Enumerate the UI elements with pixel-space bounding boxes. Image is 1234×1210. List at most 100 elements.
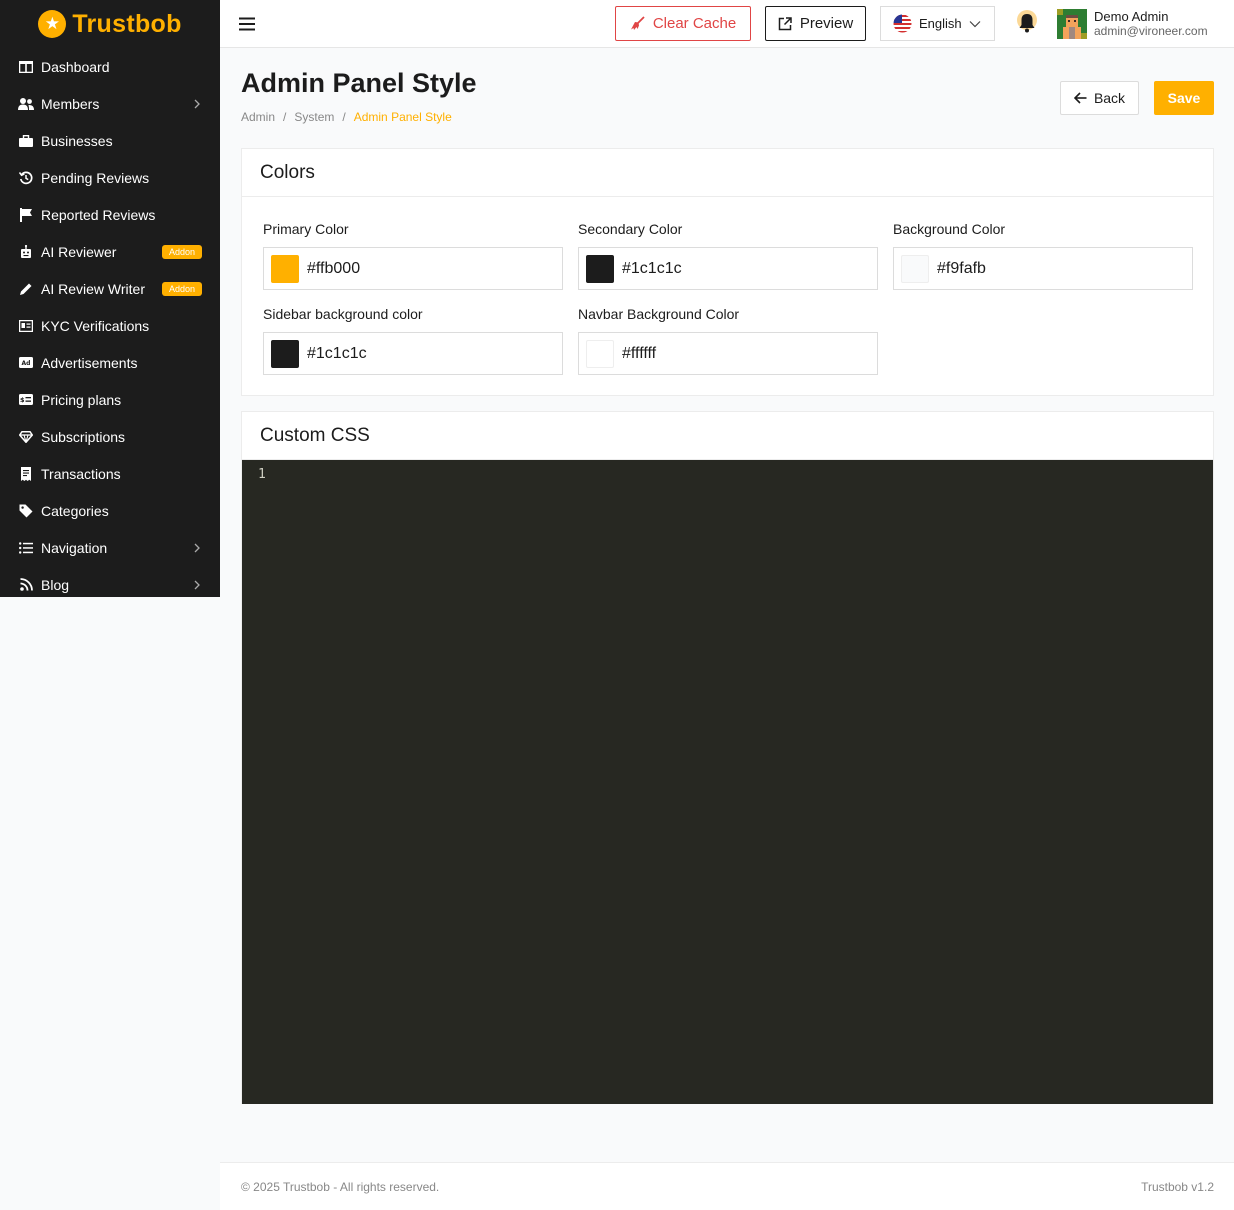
- css-code-editor[interactable]: 1: [242, 460, 1213, 1104]
- tags-icon: [18, 504, 34, 518]
- sidebar-item-dashboard[interactable]: Dashboard: [0, 48, 220, 85]
- color-swatch[interactable]: [586, 254, 614, 283]
- avatar: [1057, 9, 1087, 39]
- breadcrumb: Admin / System / Admin Panel Style: [241, 110, 452, 124]
- footer: © 2025 Trustbob - All rights reserved. T…: [220, 1162, 1234, 1210]
- breadcrumb-separator: /: [283, 110, 287, 124]
- preview-label: Preview: [799, 15, 854, 32]
- background-color-input[interactable]: #f9fafb: [893, 247, 1193, 290]
- users-icon: [18, 97, 34, 110]
- sidebar-item-label: Navigation: [41, 539, 108, 556]
- colors-card-title: Colors: [242, 149, 1213, 197]
- rss-icon: [18, 578, 34, 591]
- sidebar-item-navigation[interactable]: Navigation: [0, 529, 220, 566]
- secondary-color-field: Secondary Color #1c1c1c: [578, 221, 878, 290]
- sidebar-item-label: AI Reviewer: [41, 243, 117, 260]
- color-swatch[interactable]: [586, 339, 614, 368]
- sidebar-item-advertisements[interactable]: Ad Advertisements: [0, 344, 220, 381]
- sidebar-item-label: Pending Reviews: [41, 169, 150, 186]
- line-number: 1: [258, 467, 266, 482]
- user-menu[interactable]: Demo Admin admin@vironeer.com: [1057, 9, 1208, 39]
- sidebar-item-label: Reported Reviews: [41, 206, 156, 223]
- color-value: #1c1c1c: [622, 259, 682, 277]
- language-label: English: [919, 16, 962, 31]
- dashboard-icon: [18, 60, 34, 73]
- robot-icon: [18, 244, 34, 259]
- sidebar-item-members[interactable]: Members: [0, 85, 220, 122]
- breadcrumb-admin[interactable]: Admin: [241, 110, 275, 124]
- flag-icon: [18, 207, 34, 222]
- clear-cache-button[interactable]: Clear Cache: [615, 6, 751, 41]
- svg-text:$: $: [20, 396, 25, 404]
- back-button[interactable]: Back: [1060, 81, 1139, 115]
- field-label: Navbar Background Color: [578, 306, 740, 322]
- sidebar-item-ai-review-writer[interactable]: AI Review Writer Addon: [0, 270, 220, 307]
- color-swatch[interactable]: [271, 339, 299, 368]
- pricing-icon: $: [18, 394, 34, 405]
- sidebar-item-label: Transactions: [41, 465, 121, 482]
- chevron-right-icon: [194, 580, 200, 589]
- back-label: Back: [1093, 90, 1126, 106]
- receipt-icon: [18, 466, 34, 481]
- sidebar-item-label: Categories: [41, 502, 109, 519]
- breadcrumb-system[interactable]: System: [294, 110, 334, 124]
- field-label: Background Color: [893, 221, 1006, 237]
- navbar-color-input[interactable]: #ffffff: [578, 332, 878, 375]
- history-icon: [18, 171, 34, 185]
- gem-icon: [18, 430, 34, 443]
- save-button[interactable]: Save: [1154, 81, 1214, 115]
- primary-color-input[interactable]: #ffb000: [263, 247, 563, 290]
- sidebar-item-blog[interactable]: Blog: [0, 566, 220, 597]
- color-value: #ffffff: [622, 344, 657, 362]
- color-value: #ffb000: [307, 259, 361, 277]
- preview-button[interactable]: Preview: [765, 6, 866, 41]
- field-label: Secondary Color: [578, 221, 683, 237]
- sidebar-item-reported-reviews[interactable]: Reported Reviews: [0, 196, 220, 233]
- notification-bell-icon[interactable]: [1015, 10, 1039, 36]
- chevron-right-icon: [194, 99, 200, 108]
- sidebar-item-pending-reviews[interactable]: Pending Reviews: [0, 159, 220, 196]
- breadcrumb-current: Admin Panel Style: [353, 110, 452, 124]
- sidebar-item-label: Dashboard: [41, 58, 110, 75]
- sidebar-item-kyc-verifications[interactable]: KYC Verifications: [0, 307, 220, 344]
- secondary-color-input[interactable]: #1c1c1c: [578, 247, 878, 290]
- custom-css-card-title: Custom CSS: [242, 412, 1213, 460]
- colors-card: Colors Primary Color #ffb000 Secondary C…: [241, 148, 1214, 396]
- field-label: Primary Color: [263, 221, 349, 237]
- sidebar-item-categories[interactable]: Categories: [0, 492, 220, 529]
- page-title: Admin Panel Style: [241, 68, 477, 98]
- color-swatch[interactable]: [901, 254, 929, 283]
- sidebar-color-field: Sidebar background color #1c1c1c: [263, 306, 563, 375]
- sidebar-color-input[interactable]: #1c1c1c: [263, 332, 563, 375]
- sidebar-item-pricing-plans[interactable]: $ Pricing plans: [0, 381, 220, 418]
- hamburger-menu-icon[interactable]: [238, 14, 256, 34]
- broom-icon: [630, 16, 645, 30]
- breadcrumb-separator: /: [342, 110, 346, 124]
- version-text: Trustbob v1.2: [1141, 1180, 1214, 1194]
- background-color-field: Background Color #f9fafb: [893, 221, 1193, 290]
- pen-icon: [18, 282, 34, 296]
- sidebar-item-ai-reviewer[interactable]: AI Reviewer Addon: [0, 233, 220, 270]
- sidebar-item-transactions[interactable]: Transactions: [0, 455, 220, 492]
- language-selector[interactable]: English: [880, 6, 995, 41]
- chevron-down-icon: [969, 20, 981, 27]
- arrow-left-icon: [1073, 92, 1087, 104]
- ad-icon: Ad: [18, 357, 34, 368]
- color-swatch[interactable]: [271, 254, 299, 283]
- brand-logo[interactable]: ★ Trustbob: [0, 0, 220, 48]
- clear-cache-label: Clear Cache: [652, 15, 737, 32]
- sidebar-item-businesses[interactable]: Businesses: [0, 122, 220, 159]
- color-value: #1c1c1c: [307, 344, 367, 362]
- sidebar-item-label: Blog: [41, 576, 70, 593]
- top-navbar: Clear Cache Preview English Demo Admin a…: [220, 0, 1234, 48]
- sidebar: ★ Trustbob Dashboard Members Businesses: [0, 0, 220, 597]
- addon-badge: Addon: [161, 281, 202, 296]
- sidebar-item-subscriptions[interactable]: Subscriptions: [0, 418, 220, 455]
- sidebar-item-label: Advertisements: [41, 354, 138, 371]
- navbar-color-field: Navbar Background Color #ffffff: [578, 306, 878, 375]
- briefcase-icon: [18, 134, 34, 147]
- brand-name: Trustbob: [72, 9, 182, 38]
- us-flag-icon: [893, 14, 912, 33]
- user-name: Demo Admin: [1094, 9, 1169, 24]
- user-email: admin@vironeer.com: [1094, 24, 1208, 38]
